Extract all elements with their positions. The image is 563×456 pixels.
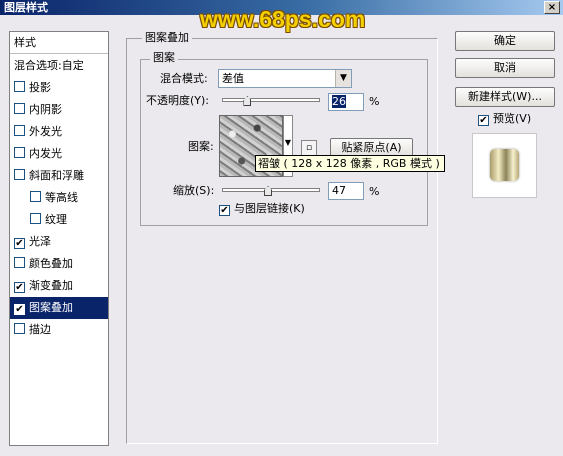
- style-item-checkbox[interactable]: [14, 147, 25, 158]
- style-item-label: 外发光: [29, 125, 62, 138]
- preview-label: 预览(V): [493, 112, 532, 125]
- link-with-layer-checkbox[interactable]: ✔ 与图层链接(K): [219, 201, 305, 217]
- blend-options-item[interactable]: 混合选项:自定: [10, 55, 108, 77]
- scale-value: 47: [332, 184, 346, 197]
- style-item-checkbox[interactable]: ✔: [14, 304, 25, 315]
- style-item-label: 颜色叠加: [29, 257, 73, 270]
- link-checkbox-box[interactable]: ✔: [219, 205, 230, 216]
- style-item[interactable]: 描边: [10, 319, 108, 341]
- opacity-value: 26: [332, 95, 346, 108]
- style-item-label: 内发光: [29, 147, 62, 160]
- opacity-slider-track[interactable]: [222, 98, 320, 102]
- style-item-checkbox[interactable]: ✔: [14, 282, 25, 293]
- scale-unit: %: [369, 185, 380, 198]
- blend-mode-select[interactable]: 差值 ▼: [218, 69, 352, 88]
- scale-input[interactable]: 47: [328, 182, 364, 200]
- preview-checkbox[interactable]: ✔ 预览(V): [478, 111, 531, 127]
- style-list: 样式 混合选项:自定 投影内阴影外发光内发光斜面和浮雕等高线纹理 ✔ 光泽颜色叠加 ✔…: [9, 31, 109, 446]
- style-item-checkbox[interactable]: [30, 191, 41, 202]
- blend-mode-value: 差值: [222, 72, 244, 85]
- blend-mode-label: 混合模式:: [160, 72, 208, 85]
- style-item[interactable]: 内阴影: [10, 99, 108, 121]
- style-item-label: 描边: [29, 323, 51, 336]
- scale-label: 缩放(S):: [173, 184, 215, 197]
- style-item[interactable]: 颜色叠加: [10, 253, 108, 275]
- group-title: 图案叠加: [142, 30, 192, 45]
- style-item-checkbox[interactable]: ✔: [14, 238, 25, 249]
- style-item[interactable]: ✔ 光泽: [10, 231, 108, 253]
- cancel-button[interactable]: 取消: [455, 58, 555, 78]
- style-item[interactable]: 外发光: [10, 121, 108, 143]
- style-item-label: 纹理: [45, 213, 67, 226]
- style-item[interactable]: 等高线: [10, 187, 108, 209]
- style-item-label: 图案叠加: [29, 301, 73, 314]
- close-button[interactable]: ×: [544, 1, 560, 14]
- style-item-checkbox[interactable]: [14, 257, 25, 268]
- style-item[interactable]: ✔ 图案叠加: [10, 297, 108, 319]
- style-item-label: 光泽: [29, 235, 51, 248]
- style-item-label: 斜面和浮雕: [29, 169, 84, 182]
- style-item-checkbox[interactable]: [14, 169, 25, 180]
- preview-thumbnail: [490, 149, 519, 181]
- style-item[interactable]: 斜面和浮雕: [10, 165, 108, 187]
- style-item[interactable]: 纹理: [10, 209, 108, 231]
- inner-group-title: 图案: [150, 51, 178, 65]
- window-title: 图层样式: [4, 1, 48, 14]
- link-label: 与图层链接(K): [234, 202, 305, 215]
- style-item[interactable]: 内发光: [10, 143, 108, 165]
- style-item-label: 等高线: [45, 191, 78, 204]
- style-item-label: 投影: [29, 81, 51, 94]
- style-item-checkbox[interactable]: [14, 323, 25, 334]
- new-style-button[interactable]: 新建样式(W)...: [455, 87, 555, 107]
- style-list-header[interactable]: 样式: [10, 32, 108, 54]
- preview-checkbox-box[interactable]: ✔: [478, 115, 489, 126]
- style-item[interactable]: ✔ 渐变叠加: [10, 275, 108, 297]
- style-item-checkbox[interactable]: [30, 213, 41, 224]
- watermark-logo: www.68ps.com: [200, 6, 366, 32]
- pattern-tooltip: 褶皱 ( 128 x 128 像素 , RGB 模式 ): [255, 155, 445, 172]
- opacity-input[interactable]: 26: [328, 93, 364, 111]
- opacity-label: 不透明度(Y):: [146, 94, 210, 107]
- ok-button[interactable]: 确定: [455, 31, 555, 51]
- style-item-checkbox[interactable]: [14, 81, 25, 92]
- opacity-unit: %: [369, 95, 380, 108]
- style-item[interactable]: 投影: [10, 77, 108, 99]
- pattern-label: 图案:: [188, 140, 214, 153]
- style-item-checkbox[interactable]: [14, 125, 25, 136]
- chevron-down-icon[interactable]: ▼: [335, 70, 351, 87]
- style-item-label: 内阴影: [29, 103, 62, 116]
- style-item-label: 渐变叠加: [29, 279, 73, 292]
- new-preset-icon[interactable]: ▫: [301, 140, 317, 156]
- style-item-checkbox[interactable]: [14, 103, 25, 114]
